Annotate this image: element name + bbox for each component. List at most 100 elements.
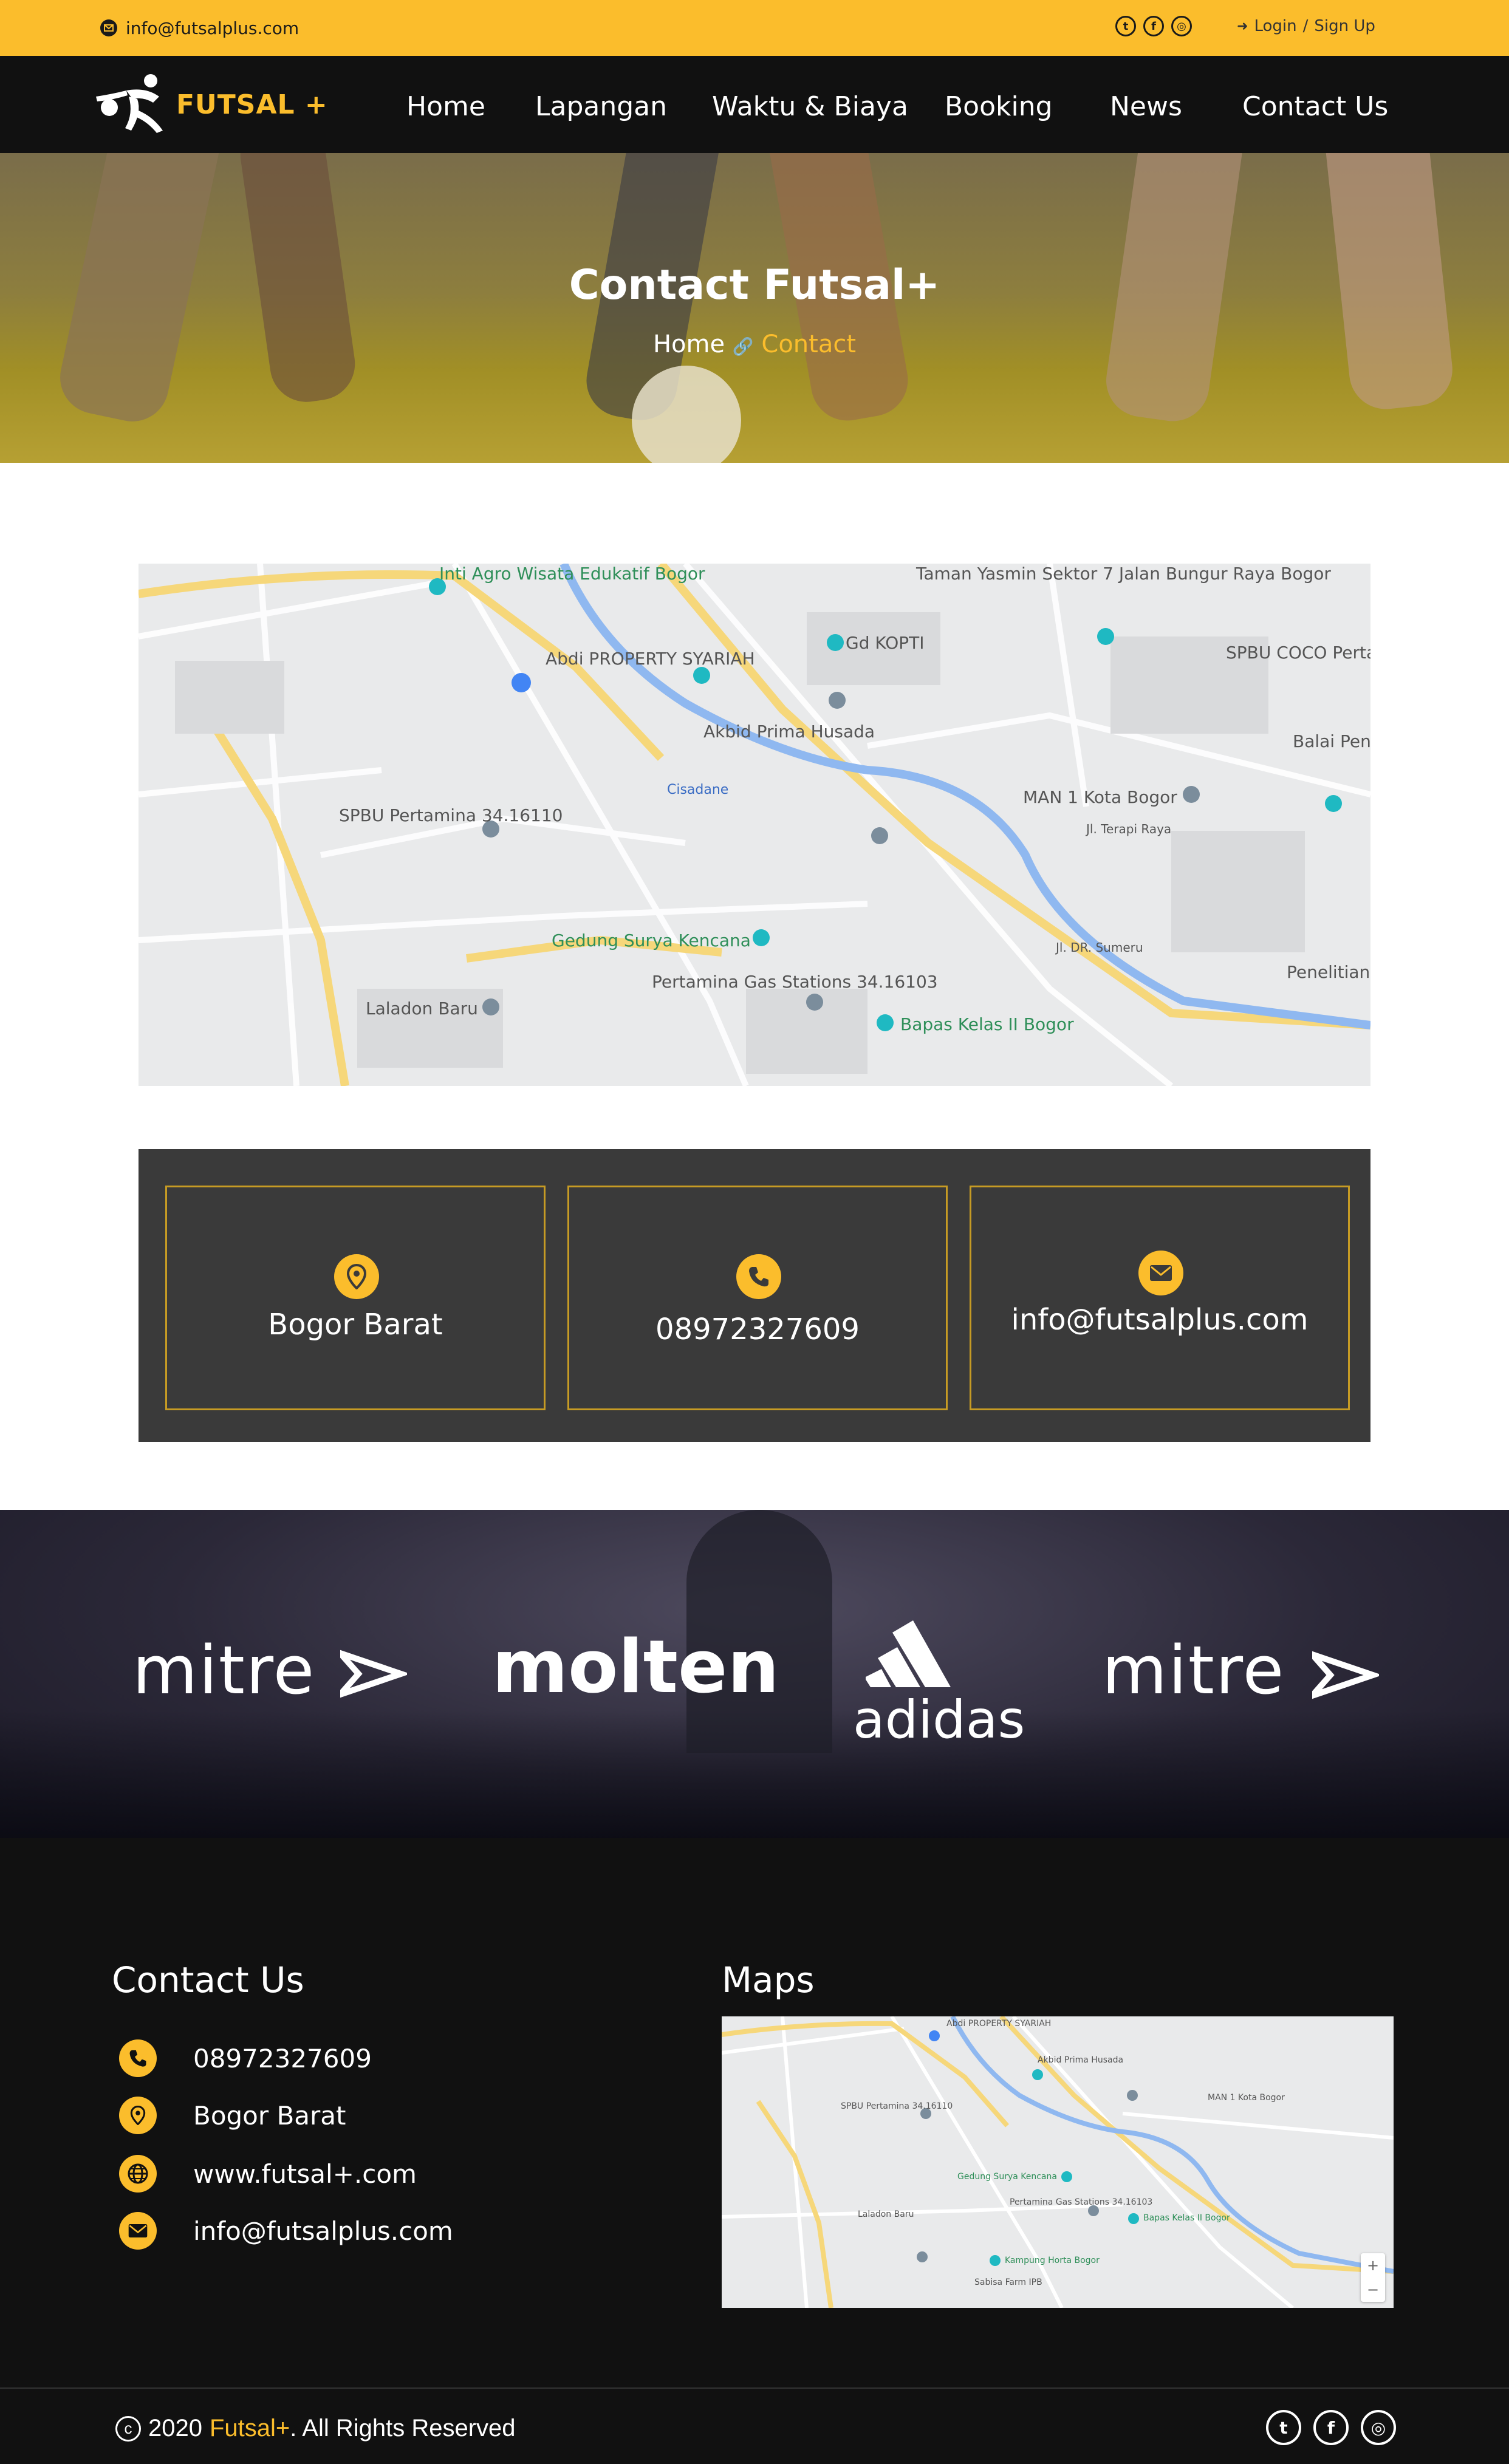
phone-icon — [736, 1254, 781, 1299]
map-label: Cisadane — [667, 782, 729, 797]
phone-icon — [119, 2039, 157, 2077]
brand-partners: mitre molten adidas mitre — [0, 1510, 1509, 1838]
instagram-icon[interactable]: ◎ — [1361, 2410, 1396, 2445]
zoom-out-button[interactable]: − — [1361, 2278, 1385, 2302]
contact-address-text: Bogor Barat — [268, 1308, 443, 1342]
nav-item-lapangan[interactable]: Lapangan — [535, 91, 667, 122]
globe-icon — [119, 2155, 157, 2193]
footer-phone-text[interactable]: 08972327609 — [193, 2044, 372, 2073]
auth-separator: / — [1302, 17, 1309, 35]
map-label: SPBU COCO Perta - Cimanggu BC — [1226, 643, 1370, 663]
footer-maps-title: Maps — [722, 1959, 815, 2001]
page-title: Contact Futsal+ — [569, 261, 940, 309]
copyright-icon: c — [115, 2415, 141, 2442]
mini-map-label: Gedung Surya Kencana — [957, 2172, 1057, 2182]
breadcrumb-current: Contact — [761, 330, 857, 358]
facebook-icon[interactable]: f — [1313, 2410, 1349, 2445]
nav-menu: Home Lapangan Waktu & Biaya Booking News… — [0, 91, 1509, 128]
link-icon: 🔗 — [732, 336, 754, 357]
twitter-icon[interactable]: t — [1266, 2410, 1301, 2445]
nav-item-contact[interactable]: Contact Us — [1242, 91, 1388, 122]
footer-address-text: Bogor Barat — [193, 2100, 346, 2131]
envelope-icon — [100, 19, 117, 36]
map-zoom-control[interactable]: + − — [1361, 2253, 1385, 2302]
top-bar: info@futsalplus.com t f ◎ ➜ Login / Sign… — [0, 0, 1509, 56]
map-label: Bapas Kelas II Bogor — [900, 1014, 1074, 1034]
mini-map-label: Pertamina Gas Stations 34.16103 — [1010, 2197, 1153, 2207]
zoom-in-button[interactable]: + — [1361, 2253, 1385, 2278]
map-pin-icon — [119, 2097, 157, 2134]
map-label: Laladon Baru — [366, 998, 478, 1019]
mini-map-label: Bapas Kelas II Bogor — [1143, 2213, 1230, 2223]
mini-map-label: Sabisa Farm IPB — [974, 2278, 1042, 2287]
topbar-social-links: t f ◎ — [1115, 16, 1192, 36]
signup-link[interactable]: Sign Up — [1314, 17, 1375, 35]
map-label: Taman Yasmin Sektor 7 Jalan Bungur Raya … — [916, 564, 1331, 584]
login-icon: ➜ — [1237, 18, 1248, 34]
map-label: Jl. Terapi Raya — [1086, 822, 1172, 836]
main-nav: FUTSAL + Home Lapangan Waktu & Biaya Boo… — [0, 56, 1509, 153]
contact-card-phone: 08972327609 — [567, 1186, 948, 1410]
footer-phone-row: 08972327609 — [119, 2039, 372, 2077]
brand-logo-mitre-2: mitre — [1102, 1631, 1285, 1709]
map-streets — [139, 564, 1370, 1086]
location-map[interactable]: Inti Agro Wisata Edukatif Bogor Taman Ya… — [139, 564, 1370, 1086]
footer-social-links: t f ◎ — [1266, 2410, 1396, 2445]
brand-logo-adidas: adidas — [853, 1690, 1025, 1750]
footer-mini-map[interactable]: Abdi PROPERTY SYARIAH Akbid Prima Husada… — [722, 2016, 1394, 2308]
nav-item-waktu-biaya[interactable]: Waktu & Biaya — [712, 91, 908, 122]
copyright: c 2020 Futsal+. All Rights Reserved — [115, 2415, 516, 2442]
map-label: Balai Pen Tanaman — [1293, 731, 1370, 751]
mini-map-label: MAN 1 Kota Bogor — [1208, 2093, 1285, 2103]
map-label: MAN 1 Kota Bogor — [1023, 787, 1177, 807]
map-label: Gedung Surya Kencana — [552, 930, 751, 950]
brand-logo-molten: molten — [492, 1625, 779, 1710]
login-link[interactable]: Login — [1254, 17, 1296, 35]
nav-item-home[interactable]: Home — [406, 91, 485, 122]
footer-divider — [0, 2387, 1509, 2389]
envelope-icon — [1138, 1251, 1183, 1295]
mini-map-label: Abdi PROPERTY SYARIAH — [946, 2019, 1052, 2029]
mini-map-label: Laladon Baru — [858, 2210, 914, 2219]
footer-contact-title: Contact Us — [112, 1959, 304, 2001]
topbar-email-text: info@futsalplus.com — [126, 18, 299, 38]
map-label: Abdi PROPERTY SYARIAH — [546, 649, 755, 669]
mini-map-label: Kampung Horta Bogor — [1005, 2256, 1100, 2265]
copyright-text: . All Rights Reserved — [290, 2415, 516, 2442]
envelope-icon — [119, 2212, 157, 2250]
page-hero: Contact Futsal+ Home 🔗 Contact — [0, 153, 1509, 463]
map-label: SPBU Pertamina 34.16110 — [339, 805, 563, 825]
contact-card-email: info@futsalplus.com — [970, 1186, 1350, 1410]
mitre-arrow-icon — [340, 1650, 407, 1698]
copyright-brand[interactable]: Futsal+ — [210, 2415, 290, 2442]
contact-email-text[interactable]: info@futsalplus.com — [971, 1303, 1348, 1337]
map-label: Pertamina Gas Stations 34.16103 — [652, 972, 938, 992]
contact-phone-text[interactable]: 08972327609 — [569, 1312, 946, 1346]
footer-address-row: Bogor Barat — [119, 2097, 346, 2134]
adidas-stripes-icon — [866, 1620, 951, 1687]
contact-info-panel: Bogor Barat 08972327609 info@futsalplus.… — [139, 1149, 1370, 1442]
facebook-icon[interactable]: f — [1143, 16, 1164, 36]
twitter-icon[interactable]: t — [1115, 16, 1136, 36]
auth-links: ➜ Login / Sign Up — [1237, 17, 1375, 35]
map-label: Penelitian — [1287, 962, 1370, 982]
nav-item-news[interactable]: News — [1110, 91, 1182, 122]
contact-card-address: Bogor Barat — [165, 1186, 546, 1410]
mini-map-label: Akbid Prima Husada — [1038, 2055, 1124, 2065]
mitre-arrow-icon — [1312, 1651, 1379, 1699]
brand-logo-mitre: mitre — [132, 1631, 316, 1709]
footer-email-link[interactable]: info@futsalplus.com — [193, 2216, 453, 2246]
footer-website-row: www.futsal+.com — [119, 2155, 417, 2193]
map-label: Jl. DR. Sumeru — [1056, 940, 1143, 955]
map-pin-icon — [334, 1254, 379, 1299]
nav-item-booking[interactable]: Booking — [945, 91, 1053, 122]
footer-website-link[interactable]: www.futsal+.com — [193, 2159, 417, 2189]
map-label: Akbid Prima Husada — [703, 722, 875, 742]
breadcrumb-home[interactable]: Home — [653, 330, 725, 358]
map-label: Inti Agro Wisata Edukatif Bogor — [439, 564, 705, 584]
topbar-email-link[interactable]: info@futsalplus.com — [100, 13, 299, 43]
instagram-icon[interactable]: ◎ — [1171, 16, 1192, 36]
footer-email-row: info@futsalplus.com — [119, 2212, 453, 2250]
map-label: Gd KOPTI — [846, 633, 925, 653]
copyright-year: 2020 — [148, 2415, 202, 2442]
